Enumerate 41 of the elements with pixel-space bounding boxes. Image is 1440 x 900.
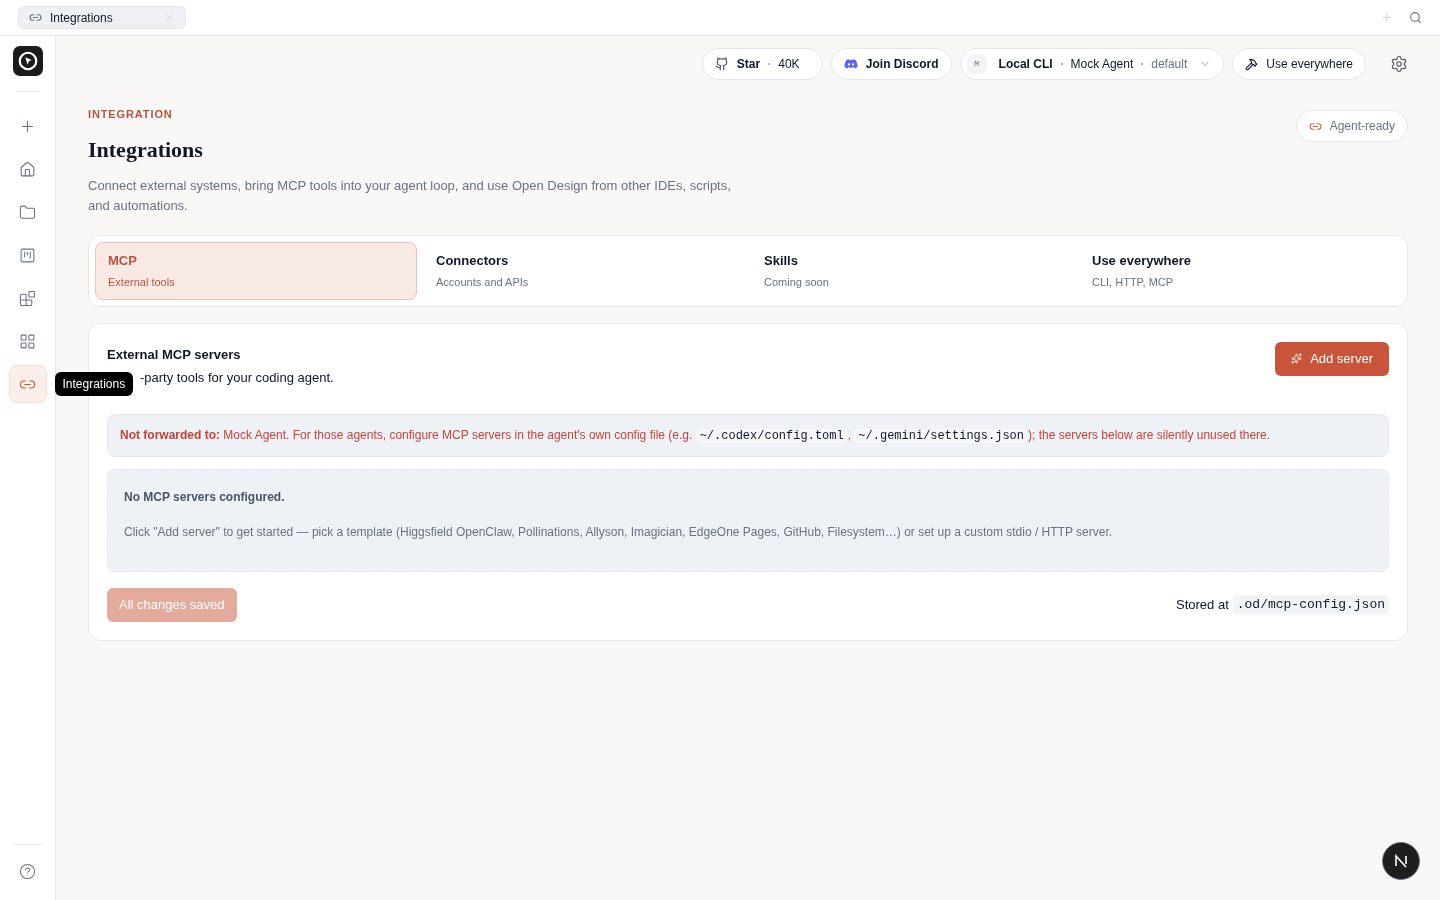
- tooltip: Integrations: [54, 372, 134, 396]
- agent-selector[interactable]: M Local CLI Mock Agent default: [959, 48, 1225, 80]
- discord-icon: [843, 57, 858, 71]
- columns-icon: [19, 246, 36, 264]
- empty-state-text: Click "Add server" to get started — pick a template (Higgsfield OpenClaw, Pollinations, Allyson, Imagician, EdgeOne Pages, GitHub, Filesystem…) or set up a custom stdio / HTTP server.: [124, 523, 1114, 541]
- section-tab[interactable]: MCP External tools: [95, 241, 417, 300]
- section-tab[interactable]: Connectors Accounts and APIs: [423, 241, 745, 300]
- dev-tools-button[interactable]: [1382, 842, 1420, 880]
- empty-state-title: No MCP servers configured.: [124, 488, 286, 506]
- sparkle-icon: [1291, 353, 1303, 364]
- page-description: Connect external systems, bring MCP tools into your agent loop, and use Open Design from other IDEs, scripts, and automations.: [88, 176, 732, 215]
- logo-icon: [1394, 854, 1408, 868]
- page-title: Integrations: [88, 135, 204, 164]
- panel-title: External MCP servers: [107, 345, 242, 364]
- hammer-icon: [1245, 57, 1259, 71]
- warning-notice: Not forwarded to: Mock Agent. For those agents, configure MCP servers in the agent's own config file (e.g. ~/.codex/config.toml , ~/.gemini/settings.json ); the servers below are silently unused there.: [107, 413, 1389, 457]
- use-everywhere-button[interactable]: Use everywhere: [1232, 48, 1366, 80]
- folder-icon: [19, 203, 36, 221]
- browser-tab[interactable]: Integrations: [18, 6, 186, 29]
- search-icon[interactable]: [1409, 11, 1422, 24]
- star-button[interactable]: Star 40K: [701, 48, 823, 80]
- agent-badge: M: [966, 54, 987, 74]
- config-path: .od/mcp-config.json: [1232, 594, 1389, 615]
- section-tab[interactable]: Use everywhere CLI, HTTP, MCP: [1079, 241, 1401, 300]
- home-icon: [19, 160, 36, 178]
- help-icon[interactable]: [19, 863, 36, 880]
- agent-ready-badge: Agent-ready: [1295, 110, 1408, 142]
- settings-icon[interactable]: [1390, 55, 1408, 73]
- discord-button[interactable]: Join Discord: [830, 48, 952, 80]
- add-server-button[interactable]: Add server: [1275, 341, 1389, 376]
- grid-icon: [19, 332, 36, 350]
- tab-title: Integrations: [50, 9, 114, 27]
- app-logo[interactable]: [12, 46, 43, 76]
- link-icon: [29, 11, 42, 24]
- section-tab[interactable]: Skills Coming soon: [751, 241, 1073, 300]
- panel-subtitle: -party tools for your coding agent.: [140, 369, 334, 387]
- sidebar-item[interactable]: [8, 365, 47, 403]
- github-icon: [714, 57, 729, 71]
- stored-at-label: Stored at: [1176, 595, 1229, 614]
- eyebrow-label: INTEGRATION: [88, 107, 174, 122]
- blocks-icon: [19, 289, 36, 307]
